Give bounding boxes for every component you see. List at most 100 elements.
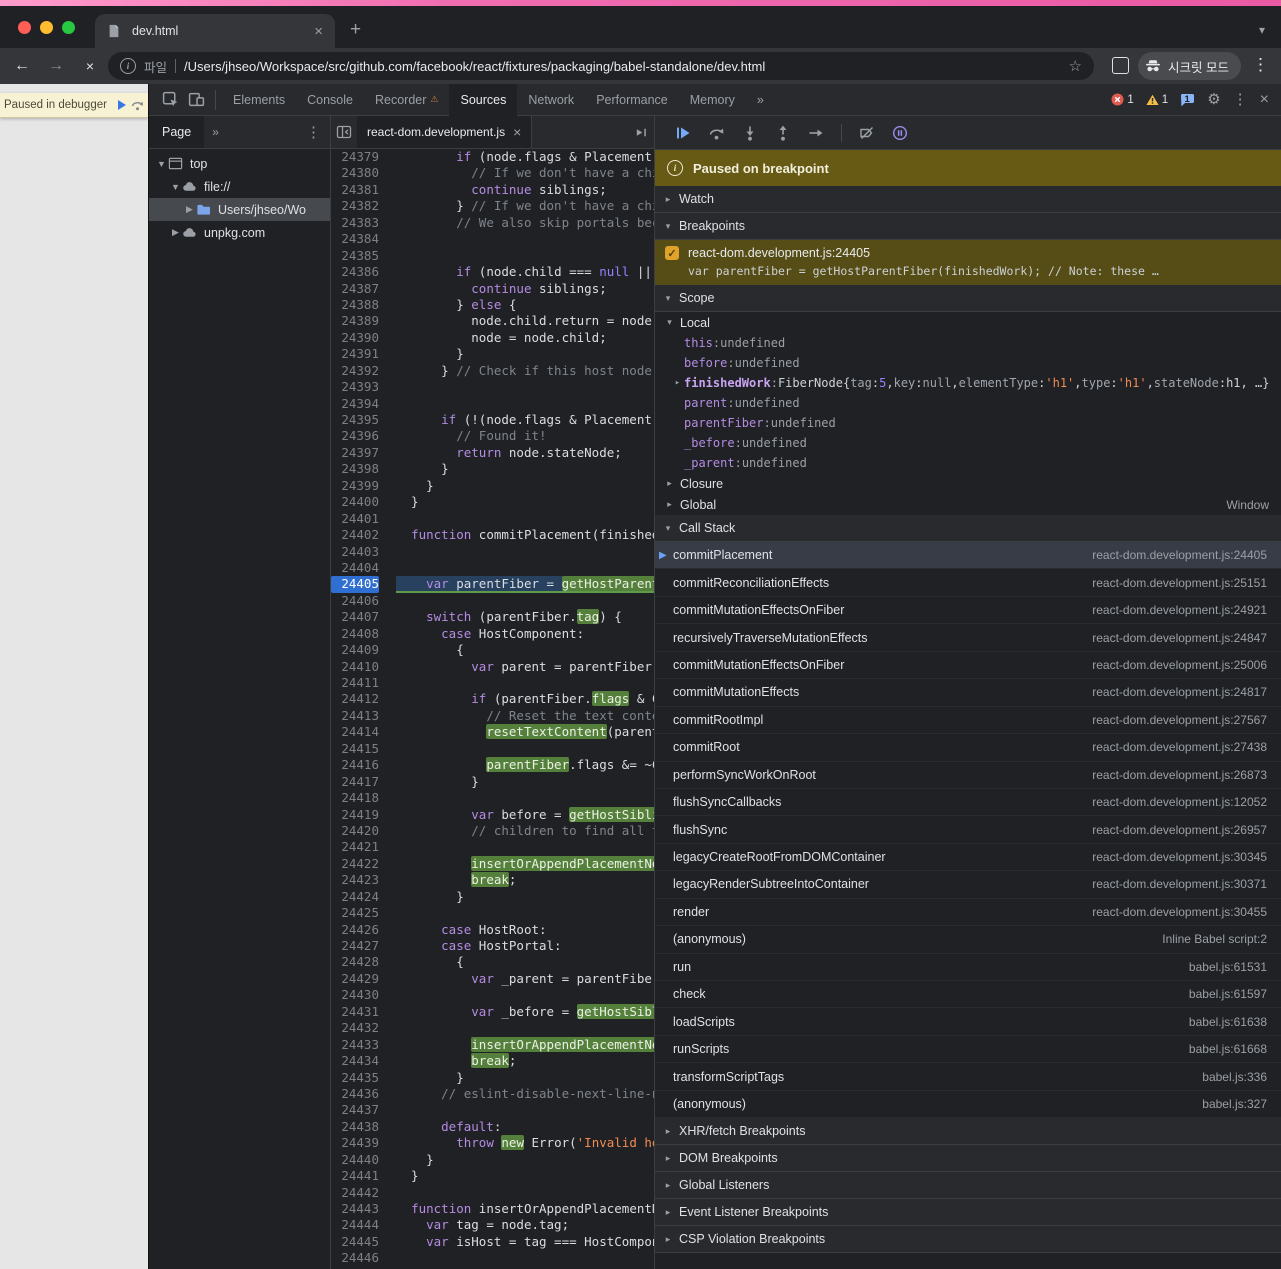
line-number[interactable]: 24432 bbox=[331, 1020, 379, 1036]
line-number[interactable]: 24394 bbox=[331, 396, 379, 412]
back-button[interactable]: ← bbox=[10, 48, 34, 84]
line-number[interactable]: 24395 bbox=[331, 412, 379, 428]
expander-icon[interactable]: ▾ bbox=[663, 317, 676, 328]
new-tab-button[interactable]: + bbox=[350, 20, 361, 39]
section-scope[interactable]: ▾ Scope bbox=[655, 285, 1281, 312]
section-csp-violation-breakpoints[interactable]: ▸ CSP Violation Breakpoints bbox=[655, 1226, 1281, 1253]
breakpoint-location[interactable]: react-dom.development.js:24405 bbox=[688, 246, 870, 260]
line-number[interactable]: 24433 bbox=[331, 1037, 379, 1053]
breakpoint-checkbox[interactable]: ✓ bbox=[665, 246, 679, 260]
line-number[interactable]: 24414 bbox=[331, 724, 379, 740]
zoom-window-button[interactable] bbox=[62, 21, 75, 34]
line-number[interactable]: 24408 bbox=[331, 626, 379, 642]
tab-sources[interactable]: Sources bbox=[449, 84, 517, 116]
line-number[interactable]: 24411 bbox=[331, 675, 379, 691]
forward-button[interactable]: → bbox=[44, 48, 68, 84]
line-number[interactable]: 24392 bbox=[331, 363, 379, 379]
line-number[interactable]: 24384 bbox=[331, 231, 379, 247]
line-number[interactable]: 24416 bbox=[331, 757, 379, 773]
code-content[interactable]: if (node.flags & Placement) { // If we d… bbox=[389, 149, 654, 1269]
line-number[interactable]: 24437 bbox=[331, 1102, 379, 1118]
url-bar[interactable]: i 파일 /Users/jhseo/Workspace/src/github.c… bbox=[108, 52, 1094, 80]
open-sidebar-icon[interactable] bbox=[628, 119, 654, 145]
deactivate-breakpoints-icon[interactable] bbox=[859, 125, 875, 141]
navigator-menu-icon[interactable]: ⋮ bbox=[306, 123, 321, 141]
expander-icon[interactable]: ▸ bbox=[663, 1234, 673, 1245]
line-number[interactable]: 24405 bbox=[331, 576, 379, 592]
call-stack-frame[interactable]: (anonymous)Inline Babel script:2 bbox=[655, 926, 1281, 953]
expander-icon[interactable]: ▸ bbox=[663, 1180, 673, 1191]
call-stack-frame[interactable]: commitMutationEffectsreact-dom.developme… bbox=[655, 679, 1281, 706]
line-number[interactable]: 24424 bbox=[331, 889, 379, 905]
section-event-listener-breakpoints[interactable]: ▸ Event Listener Breakpoints bbox=[655, 1199, 1281, 1226]
line-number[interactable]: 24422 bbox=[331, 856, 379, 872]
call-stack-frame[interactable]: legacyRenderSubtreeIntoContainerreact-do… bbox=[655, 871, 1281, 898]
call-stack-frame[interactable]: ▶commitPlacementreact-dom.development.js… bbox=[655, 542, 1281, 569]
expander-icon[interactable]: ▼ bbox=[169, 182, 182, 192]
line-number[interactable]: 24403 bbox=[331, 544, 379, 560]
line-number[interactable]: 24431 bbox=[331, 1004, 379, 1020]
line-number[interactable]: 24428 bbox=[331, 954, 379, 970]
tab-search-chevron-icon[interactable]: ▾ bbox=[1259, 23, 1265, 37]
call-stack-frame[interactable]: flushSyncreact-dom.development.js:26957 bbox=[655, 816, 1281, 843]
line-number[interactable]: 24427 bbox=[331, 938, 379, 954]
line-number[interactable]: 24391 bbox=[331, 346, 379, 362]
line-number[interactable]: 24397 bbox=[331, 445, 379, 461]
line-number[interactable]: 24443 bbox=[331, 1201, 379, 1217]
navigator-tab-page[interactable]: Page bbox=[149, 116, 204, 148]
line-number[interactable]: 24387 bbox=[331, 281, 379, 297]
breakpoint-entry[interactable]: ✓ react-dom.development.js:24405 var par… bbox=[655, 240, 1281, 285]
devtools-menu-icon[interactable]: ⋮ bbox=[1233, 92, 1248, 107]
line-number[interactable]: 24388 bbox=[331, 297, 379, 313]
call-stack-frame[interactable]: renderreact-dom.development.js:30455 bbox=[655, 899, 1281, 926]
scope-group-global[interactable]: ▸ Global Window bbox=[655, 494, 1281, 515]
call-stack-frame[interactable]: commitMutationEffectsOnFiberreact-dom.de… bbox=[655, 597, 1281, 624]
section-dom-breakpoints[interactable]: ▸ DOM Breakpoints bbox=[655, 1145, 1281, 1172]
section-watch[interactable]: ▸ Watch bbox=[655, 186, 1281, 213]
expander-icon[interactable]: ▾ bbox=[663, 221, 673, 232]
side-panel-icon[interactable] bbox=[1112, 57, 1129, 74]
line-number[interactable]: 24419 bbox=[331, 807, 379, 823]
line-number[interactable]: 24441 bbox=[331, 1168, 379, 1184]
close-devtools-icon[interactable]: × bbox=[1260, 92, 1269, 108]
stop-loading-button[interactable]: × bbox=[78, 48, 102, 84]
line-number[interactable]: 24442 bbox=[331, 1185, 379, 1201]
call-stack-frame[interactable]: legacyCreateRootFromDOMContainerreact-do… bbox=[655, 844, 1281, 871]
expander-icon[interactable]: ▾ bbox=[663, 293, 673, 304]
tree-item-unpkg[interactable]: ▶ unpkg.com bbox=[149, 221, 330, 244]
line-number[interactable]: 24435 bbox=[331, 1070, 379, 1086]
line-number[interactable]: 24438 bbox=[331, 1119, 379, 1135]
tab-elements[interactable]: Elements bbox=[222, 84, 296, 116]
line-number[interactable]: 24382 bbox=[331, 198, 379, 214]
tree-item-users-folder[interactable]: ▶ Users/jhseo/Wo bbox=[149, 198, 330, 221]
expander-icon[interactable]: ▸ bbox=[663, 499, 676, 510]
tab-recorder[interactable]: Recorder ⚠ bbox=[364, 84, 450, 116]
line-number-gutter[interactable]: 2437924380243812438224383243842438524386… bbox=[331, 149, 389, 1269]
browser-tab[interactable]: dev.html × bbox=[95, 14, 335, 48]
overlay-resume-button[interactable] bbox=[116, 99, 128, 111]
call-stack-frame[interactable]: performSyncWorkOnRootreact-dom.developme… bbox=[655, 762, 1281, 789]
tab-memory[interactable]: Memory bbox=[679, 84, 746, 116]
pause-on-exceptions-icon[interactable] bbox=[892, 125, 908, 141]
line-number[interactable]: 24445 bbox=[331, 1234, 379, 1250]
call-stack-frame[interactable]: loadScriptsbabel.js:61638 bbox=[655, 1008, 1281, 1035]
scope-group-local[interactable]: ▾ Local bbox=[655, 312, 1281, 333]
section-xhr-breakpoints[interactable]: ▸ XHR/fetch Breakpoints bbox=[655, 1118, 1281, 1145]
minimize-window-button[interactable] bbox=[40, 21, 53, 34]
resume-script-icon[interactable] bbox=[675, 125, 691, 141]
line-number[interactable]: 24402 bbox=[331, 527, 379, 543]
call-stack-frame[interactable]: (anonymous)babel.js:327 bbox=[655, 1091, 1281, 1118]
line-number[interactable]: 24446 bbox=[331, 1250, 379, 1266]
call-stack-frame[interactable]: commitRootImplreact-dom.development.js:2… bbox=[655, 707, 1281, 734]
settings-gear-icon[interactable]: ⚙ bbox=[1207, 92, 1220, 107]
expander-icon[interactable]: ▸ bbox=[663, 1207, 673, 1218]
tab-console[interactable]: Console bbox=[296, 84, 364, 116]
step-over-icon[interactable] bbox=[708, 125, 725, 141]
line-number[interactable]: 24425 bbox=[331, 905, 379, 921]
expander-icon[interactable]: ▸ bbox=[663, 478, 676, 489]
bookmark-star-icon[interactable]: ☆ bbox=[1069, 57, 1082, 75]
line-number[interactable]: 24400 bbox=[331, 494, 379, 510]
line-number[interactable]: 24417 bbox=[331, 774, 379, 790]
navigator-more-tabs[interactable]: » bbox=[212, 125, 219, 139]
tab-close-icon[interactable]: × bbox=[314, 24, 323, 39]
